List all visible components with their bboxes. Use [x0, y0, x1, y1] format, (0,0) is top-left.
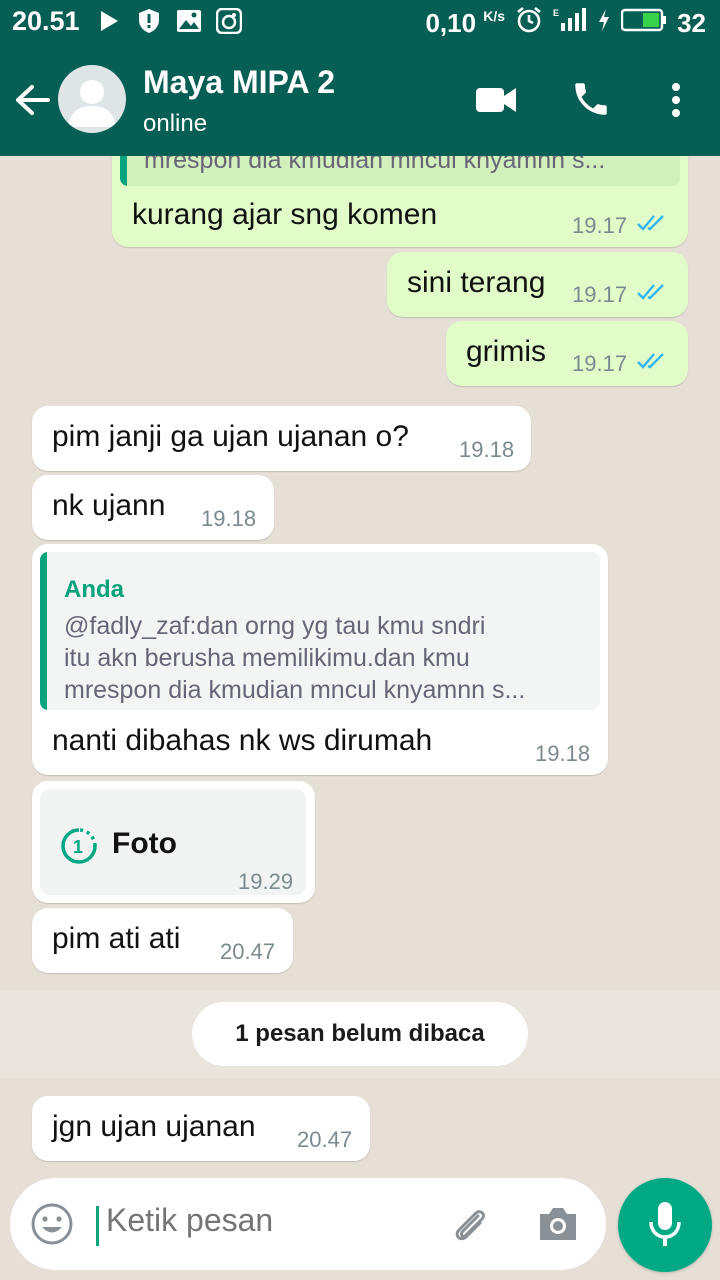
app-notification-icon — [216, 8, 242, 34]
message-bubble[interactable]: pim ati ati 20.47 — [32, 908, 293, 973]
photo-message-bubble[interactable]: 1 Foto 19.29 — [32, 781, 315, 903]
message-time: 19.18 — [459, 437, 515, 462]
double-check-icon — [637, 353, 664, 369]
quoted-text: itu akn berusha memilikimu.dan kmu — [64, 644, 470, 672]
double-check-icon — [637, 284, 664, 300]
video-call-icon[interactable] — [474, 82, 518, 118]
avatar-placeholder-icon — [68, 80, 116, 127]
message-bubble[interactable]: grimis 19.17 — [446, 321, 688, 386]
battery-level: 32 — [677, 8, 706, 38]
message-bubble[interactable]: pim janji ga ujan ujanan o? 19.18 — [32, 406, 531, 471]
more-vert-icon[interactable] — [662, 80, 690, 120]
phone-icon[interactable] — [570, 78, 612, 120]
network-speed: 0,10 K/s — [425, 8, 506, 38]
message-text: nanti dibahas nk ws dirumah — [52, 724, 433, 757]
message-time: 20.47 — [220, 939, 276, 964]
message-text: pim janji ga ujan ujanan o? — [52, 420, 409, 453]
shield-icon — [136, 8, 162, 34]
signal-icon: E — [553, 7, 587, 40]
view-once-icon: 1 — [61, 828, 97, 864]
message-time: 19.29 — [238, 869, 294, 894]
message-text: grimis — [466, 335, 546, 368]
svg-text:1: 1 — [73, 837, 83, 857]
message-time: 19.17 — [572, 213, 628, 238]
attach-icon[interactable] — [448, 1202, 492, 1246]
message-bubble[interactable]: Anda @fadly_zaf:dan orng yg tau kmu sndr… — [32, 544, 608, 775]
chat-header: Maya MIPA 2 online — [0, 46, 720, 156]
message-bubble[interactable]: mrespon dia kmudian mncul knyamnn s... k… — [112, 156, 688, 247]
message-input[interactable] — [106, 1202, 426, 1239]
quoted-text: mrespon dia kmudian mncul knyamnn s... — [144, 156, 606, 174]
avatar[interactable] — [58, 65, 126, 133]
quoted-author: Anda — [64, 576, 124, 603]
message-list[interactable]: mrespon dia kmudian mncul knyamnn s... k… — [0, 156, 720, 1176]
emoji-icon[interactable] — [30, 1202, 74, 1246]
contact-name[interactable]: Maya MIPA 2 — [143, 64, 335, 101]
battery-icon — [620, 8, 667, 39]
back-arrow-icon[interactable] — [12, 80, 52, 120]
quoted-text: @fadly_zaf:dan orng yg tau kmu sndri — [64, 612, 486, 640]
svg-text:E: E — [553, 8, 559, 18]
gallery-icon — [176, 8, 202, 34]
message-bubble[interactable]: nk ujann 19.18 — [32, 475, 274, 540]
message-time: 19.18 — [201, 506, 257, 531]
compose-bar — [10, 1178, 606, 1270]
contact-status: online — [143, 110, 208, 137]
message-bubble[interactable]: sini terang 19.17 — [387, 252, 688, 317]
double-check-icon — [637, 215, 664, 231]
play-icon — [96, 8, 122, 34]
charging-icon — [597, 8, 611, 39]
message-time: 20.47 — [297, 1127, 353, 1152]
message-time: 19.17 — [572, 282, 628, 307]
message-text: jgn ujan ujanan — [52, 1110, 256, 1143]
camera-icon[interactable] — [536, 1204, 580, 1244]
message-text: nk ujann — [52, 489, 166, 522]
status-time: 20.51 — [12, 6, 80, 36]
message-text: sini terang — [407, 266, 546, 299]
message-time: 19.18 — [535, 741, 591, 766]
message-bubble[interactable]: jgn ujan ujanan 20.47 — [32, 1096, 370, 1161]
quoted-message[interactable]: mrespon dia kmudian mncul knyamnn s... — [120, 156, 680, 186]
alarm-icon — [515, 6, 543, 41]
unread-label: 1 pesan belum dibaca — [192, 1002, 528, 1066]
view-once-media[interactable]: 1 Foto 19.29 — [40, 789, 306, 895]
text-cursor — [96, 1206, 99, 1246]
mic-icon — [649, 1202, 681, 1246]
status-bar: 20.51 0,10 K/s E 32 — [0, 0, 720, 46]
mic-button[interactable] — [618, 1178, 712, 1272]
message-time: 19.17 — [572, 351, 628, 376]
photo-label: Foto — [112, 827, 177, 860]
quoted-message[interactable]: Anda @fadly_zaf:dan orng yg tau kmu sndr… — [40, 552, 600, 710]
quoted-text: mrespon dia kmudian mncul knyamnn s... — [64, 676, 526, 704]
message-text: kurang ajar sng komen — [132, 198, 438, 231]
message-text: pim ati ati — [52, 922, 181, 955]
